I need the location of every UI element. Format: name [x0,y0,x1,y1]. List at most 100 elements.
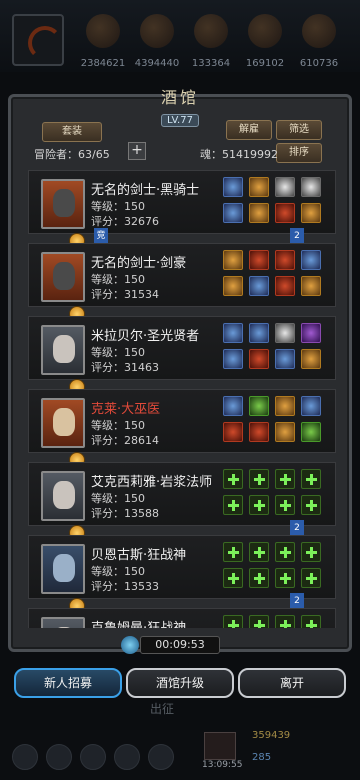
empty-slot-plus-icon[interactable] [301,615,321,628]
hero-portrait [41,325,85,395]
empty-slot-plus-icon[interactable] [301,542,321,562]
empty-slot-plus-icon[interactable] [249,615,269,628]
equip-slot-icon[interactable] [301,396,321,416]
resource-4: 169102 [240,14,290,69]
equip-slot-icon[interactable] [301,349,321,369]
empty-slot-plus-icon[interactable] [301,495,321,515]
gold-amount: 359439 [252,730,291,741]
equip-slot-icon[interactable] [275,323,295,343]
equip-slot-icon[interactable] [275,422,295,442]
empty-slot-plus-icon[interactable] [275,542,295,562]
sort-button[interactable]: 排序 [276,143,322,163]
equip-slot-icon[interactable] [249,203,269,223]
empty-slot-plus-icon[interactable] [301,469,321,489]
equip-slot-icon[interactable] [275,349,295,369]
nav-orb-icon[interactable] [114,744,140,770]
equip-slot-icon[interactable] [223,250,243,270]
hero-portrait [41,179,85,249]
resource-icon [248,14,282,48]
filter-button[interactable]: 筛选 [276,120,322,140]
equip-slot-icon[interactable] [301,203,321,223]
hero-row[interactable]: 克莱·大巫医 等级：150 评分：28614 [28,389,336,468]
empty-slot-plus-icon[interactable] [249,542,269,562]
gem-amount: 285 [252,752,272,763]
add-slot-button[interactable]: + [128,142,146,160]
hero-row[interactable]: 无名的剑士·黑骑士 等级：150 评分：32676 [28,170,336,249]
nav-orb-icon[interactable] [46,744,72,770]
equip-slot-icon[interactable] [223,422,243,442]
nav-orb-icon[interactable] [80,744,106,770]
hero-score: 评分：31534 [91,288,159,301]
equip-slot-icon[interactable] [249,177,269,197]
hero-face [53,554,75,582]
equip-slot-icon[interactable] [223,323,243,343]
player-avatar[interactable] [12,14,64,66]
upgrade-tavern-button[interactable]: 酒馆升级 [126,668,234,698]
tavern-title: 酒馆 [160,88,199,107]
equip-slot-icon[interactable] [275,177,295,197]
expedition-label: 出征 [150,702,175,716]
hero-name: 无名的剑士·剑豪 [91,256,187,271]
hero-row[interactable]: 米拉贝尔·圣光贤者 等级：150 评分：31463 [28,316,336,395]
empty-slot-plus-icon[interactable] [249,469,269,489]
equip-slot-icon[interactable] [301,276,321,296]
hero-row[interactable]: 艾克西莉雅·岩浆法师 等级：150 评分：13588 [28,462,336,541]
hero-row[interactable]: 无名的剑士·剑豪 等级：150 评分：31534 [28,243,336,322]
hero-face [53,335,75,363]
empty-slot-plus-icon[interactable] [223,615,243,628]
equip-slot-icon[interactable] [301,177,321,197]
equip-slot-icon[interactable] [249,250,269,270]
empty-slot-plus-icon[interactable] [275,469,295,489]
hero-name: 艾克西莉雅·岩浆法师 [91,475,213,490]
equip-slot-icon[interactable] [275,276,295,296]
recruit-button[interactable]: 新人招募 [14,668,122,698]
empty-slot-plus-icon[interactable] [223,469,243,489]
hero-face [53,262,75,290]
hero-score: 评分：13588 [91,507,159,520]
leave-button[interactable]: 离开 [238,668,346,698]
resource-icon [140,14,174,48]
empty-slot-plus-icon[interactable] [223,542,243,562]
equip-slot-icon[interactable] [249,276,269,296]
equip-slot-icon[interactable] [249,396,269,416]
empty-slot-plus-icon[interactable] [275,615,295,628]
empty-slot-plus-icon[interactable] [223,568,243,588]
empty-slot-plus-icon[interactable] [301,568,321,588]
empty-slot-plus-icon[interactable] [249,568,269,588]
stack-tag: 2 [290,520,304,536]
equip-slot-icon[interactable] [301,323,321,343]
equip-slot-icon[interactable] [301,422,321,442]
equip-slot-icon[interactable] [223,349,243,369]
equip-slot-icon[interactable] [275,396,295,416]
equip-slot-icon[interactable] [223,276,243,296]
empty-slot-plus-icon[interactable] [275,495,295,515]
hero-row[interactable]: 克鲁姆曼·狂战神 [28,608,336,628]
hero-row[interactable]: 贝恩古斯·狂战神 等级：150 评分：13533 [28,535,336,614]
empty-slot-plus-icon[interactable] [223,495,243,515]
nav-orb-icon[interactable] [12,744,38,770]
nav-orb-icon[interactable] [148,744,174,770]
hero-list[interactable]: 无名的剑士·黑骑士 等级：150 评分：32676 竞 2 无名的剑士·剑豪 等… [28,170,336,628]
empty-slot-plus-icon[interactable] [275,568,295,588]
equip-slot-icon[interactable] [275,250,295,270]
equip-slot-icon[interactable] [275,203,295,223]
equip-slot-icon[interactable] [249,323,269,343]
empty-slot-plus-icon[interactable] [249,495,269,515]
equip-slot-icon[interactable] [223,177,243,197]
resource-1: 2384621 [78,14,128,69]
hero-score: 评分：13533 [91,580,159,593]
equip-slot-icon[interactable] [249,422,269,442]
resource-3: 133364 [186,14,236,69]
chest-icon[interactable] [204,732,236,760]
bottom-clock: 13:09:55 [202,760,243,770]
equip-slot-icon[interactable] [301,250,321,270]
hero-score: 评分：28614 [91,434,159,447]
hero-name: 克莱·大巫医 [91,402,161,417]
equip-slot-icon[interactable] [223,203,243,223]
equip-slot-icon[interactable] [223,396,243,416]
suit-button[interactable]: 套装 [42,122,102,142]
dismiss-button[interactable]: 解雇 [226,120,272,140]
equip-slot-icon[interactable] [249,349,269,369]
hero-face [53,481,75,509]
stack-tag: 2 [290,593,304,609]
